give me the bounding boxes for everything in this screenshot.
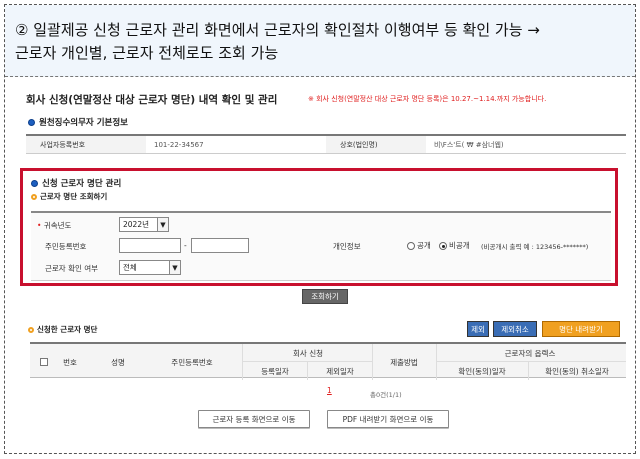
company-value: 비\F스'트( ₩ #삼너웹): [434, 140, 504, 149]
rrn-back-input[interactable]: [191, 238, 249, 253]
search-button[interactable]: 조회하기: [302, 289, 348, 304]
lookup-subtitle-text: 근로자 명단 조회하기: [40, 192, 108, 201]
radio-public[interactable]: [407, 242, 415, 250]
col-no: 번호: [63, 358, 77, 367]
rrn-dash: -: [184, 241, 187, 250]
col-agree-date: 확인(동의)일자: [458, 367, 506, 376]
col-divider: [372, 344, 373, 380]
delete-button[interactable]: 제외: [467, 321, 489, 337]
privacy-public-text: 공개: [417, 241, 431, 250]
rrn-front-input[interactable]: [119, 238, 181, 253]
biz-no-value: 101-22-34567: [154, 140, 204, 149]
withholding-info-table: 사업자등록번호 101-22-34567 상호(법인명) 비\F스'트( ₩ #…: [26, 134, 626, 154]
confirm-select[interactable]: 전체 ▼: [119, 260, 181, 275]
applied-list-title: 신청한 근로자 명단: [28, 324, 97, 335]
applicant-mgmt-title-text: 신청 근로자 명단 관리: [42, 179, 122, 189]
download-list-button[interactable]: 명단 내려받기: [542, 321, 620, 337]
sub-bullet-icon: [31, 193, 37, 200]
year-label-text: 귀속년도: [43, 221, 72, 230]
year-select[interactable]: 2022년 ▼: [119, 217, 169, 232]
required-mark: •: [37, 221, 42, 230]
radio-private[interactable]: [439, 242, 447, 250]
biz-no-label: 사업자등록번호: [26, 136, 146, 153]
caption-box: ② 일괄제공 신청 근로자 관리 화면에서 근로자의 확인절차 이행여부 등 확…: [5, 5, 635, 77]
applicant-mgmt-highlight: 신청 근로자 명단 관리 근로자 명단 조회하기 • 귀속년도 2022년 ▼ …: [20, 168, 618, 286]
col-cancel-date: 확인(동의) 취소일자: [545, 367, 609, 376]
confirm-label: 근로자 확인 여부: [45, 264, 99, 273]
total-count: 총0건(1/1): [370, 391, 402, 399]
privacy-label: 개인정보: [333, 242, 361, 251]
withholding-title-text: 원천징수의무자 기본정보: [39, 118, 128, 128]
company-label: 상호(법인명): [326, 136, 426, 153]
go-pdf-button[interactable]: PDF 내려받기 화면으로 이동: [327, 410, 449, 428]
col-divider: [436, 344, 437, 380]
header-divider: [436, 361, 626, 362]
privacy-public-option[interactable]: 공개: [407, 240, 431, 251]
col-divider: [528, 361, 529, 380]
col-worker-group: 근로자의 옵렉스: [504, 349, 556, 358]
section-bullet-icon: [31, 179, 38, 187]
lookup-subtitle: 근로자 명단 조회하기: [31, 191, 107, 202]
select-all-checkbox[interactable]: [40, 358, 48, 366]
confirm-select-value: 전체: [123, 263, 137, 272]
privacy-private-text: 비공개: [449, 241, 470, 250]
caption-line-2: 근로자 개인별, 근로자 전체로도 조회 가능: [15, 44, 279, 62]
lookup-form: • 귀속년도 2022년 ▼ 주민등록번호 - 개인정보 공개 비공개 (비공개…: [31, 211, 611, 281]
privacy-private-option[interactable]: 비공개: [439, 240, 470, 251]
col-divider: [242, 344, 243, 380]
applied-list-title-text: 신청한 근로자 명단: [37, 325, 98, 334]
col-divider: [307, 361, 308, 380]
go-register-button[interactable]: 근로자 등록 화면으로 이동: [198, 410, 310, 428]
col-excl-date: 제외일자: [326, 367, 354, 376]
col-reg-date: 등록일자: [261, 367, 289, 376]
col-company-group: 회사 신청: [293, 349, 323, 358]
section-bullet-icon: [28, 118, 35, 126]
withholding-section-title: 원천징수의무자 기본정보: [28, 116, 128, 128]
rrn-label: 주민등록번호: [45, 242, 87, 251]
col-method: 제출방법: [390, 358, 418, 367]
applicant-mgmt-title: 신청 근로자 명단 관리: [31, 177, 121, 189]
chevron-down-icon: ▼: [157, 218, 168, 231]
year-label: • 귀속년도: [37, 220, 71, 231]
undo-delete-button[interactable]: 제외취소: [493, 321, 537, 337]
caption-line-1: ② 일괄제공 신청 근로자 관리 화면에서 근로자의 확인절차 이행여부 등 확…: [15, 21, 540, 39]
applied-list-table: 번호 성명 주민등록번호 회사 신청 등록일자 제외일자 제출방법 근로자의 옵…: [30, 342, 626, 380]
year-select-value: 2022년: [123, 220, 149, 229]
page-link-1[interactable]: 1: [327, 386, 332, 395]
sub-bullet-icon: [28, 326, 34, 333]
privacy-note: (비공개시 출력 예 : 123456-*******): [481, 243, 589, 251]
page-title: 회사 신청(연말정산 대상 근로자 명단) 내역 확인 및 관리: [26, 94, 278, 106]
col-rrn: 주민등록번호: [171, 358, 213, 367]
page-notice: ※ 회사 신청(연말정산 대상 근로자 명단 등록)은 10.27.~1.14.…: [308, 95, 547, 103]
chevron-down-icon: ▼: [169, 261, 180, 274]
col-name: 성명: [111, 358, 125, 367]
